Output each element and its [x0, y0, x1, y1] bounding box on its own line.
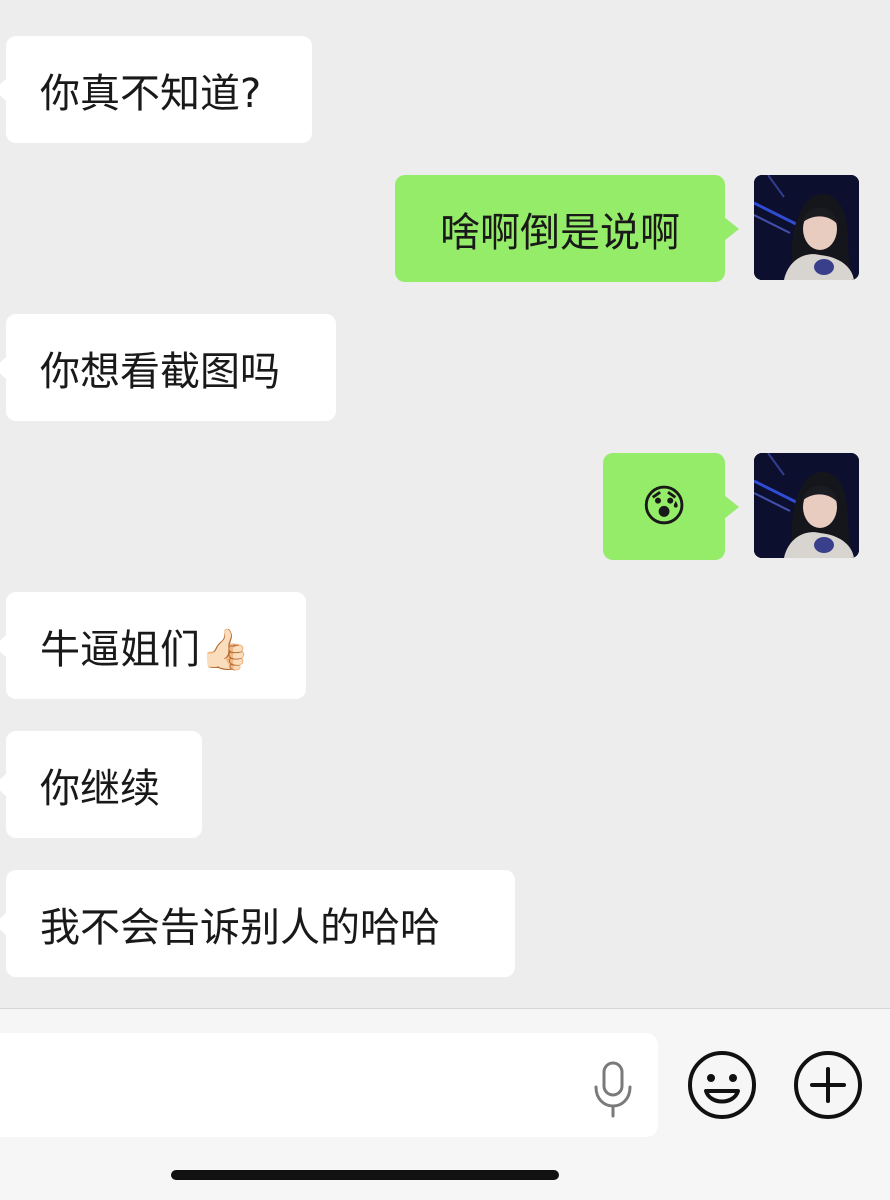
avatar-photo: [754, 453, 859, 558]
smiley-face-icon[interactable]: [686, 1049, 758, 1121]
message-text: 😰: [641, 481, 687, 532]
plus-circle-icon[interactable]: [792, 1049, 864, 1121]
self-avatar[interactable]: [754, 453, 859, 558]
home-indicator[interactable]: [171, 1170, 559, 1180]
chat-message-list[interactable]: 你真不知道? 啥啊倒是说啊 你想看截图吗 😰 牛逼姐们👍🏻 你继续 我不会告诉别…: [0, 0, 890, 1008]
outgoing-message-bubble[interactable]: 😰: [603, 453, 739, 560]
message-input[interactable]: [0, 1033, 658, 1137]
outgoing-message-bubble[interactable]: 啥啊倒是说啊: [395, 175, 739, 282]
incoming-message-bubble[interactable]: 牛逼姐们👍🏻: [0, 592, 306, 699]
self-avatar[interactable]: [754, 175, 859, 280]
avatar-photo: [754, 175, 859, 280]
microphone-icon[interactable]: [588, 1061, 638, 1119]
message-text: 牛逼姐们👍🏻: [40, 626, 250, 673]
message-text: 你想看截图吗: [40, 348, 280, 395]
incoming-message-bubble[interactable]: 你想看截图吗: [0, 314, 336, 421]
message-text: 我不会告诉别人的哈哈: [40, 904, 440, 951]
incoming-message-bubble[interactable]: 我不会告诉别人的哈哈: [0, 870, 515, 977]
message-text: 啥啊倒是说啊: [440, 209, 680, 256]
message-text: 你继续: [40, 765, 160, 812]
incoming-message-bubble[interactable]: 你真不知道?: [0, 36, 312, 143]
incoming-message-bubble[interactable]: 你继续: [0, 731, 202, 838]
message-text: 你真不知道?: [40, 70, 262, 117]
